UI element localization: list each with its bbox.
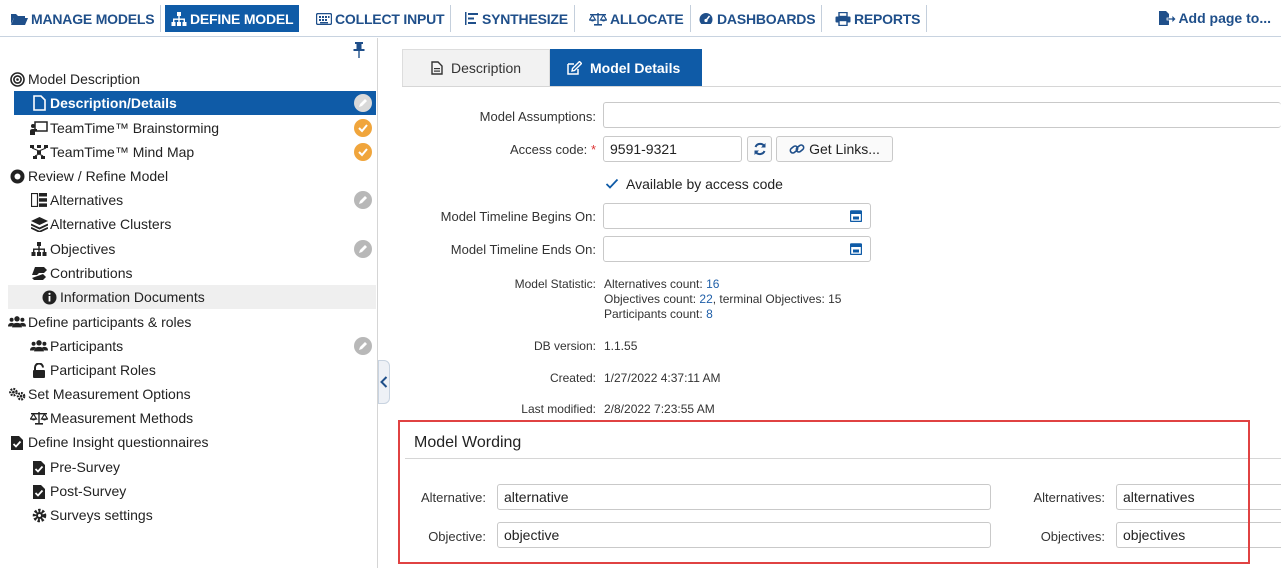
tab-bar: Description Model Details: [402, 49, 702, 86]
users-icon: [8, 313, 26, 331]
checklist-icon: [8, 433, 26, 451]
status-pending-icon: [354, 240, 372, 258]
gauge-icon: [699, 12, 713, 26]
nav-synthesize[interactable]: SYNTHESIZE: [459, 5, 575, 32]
sidebar-item-post-survey[interactable]: Post-Survey: [30, 479, 126, 503]
regenerate-code-button[interactable]: [747, 136, 772, 162]
access-code-label: Access code: *: [509, 142, 596, 157]
required-marker: *: [590, 142, 596, 157]
document-icon: [431, 61, 443, 75]
alternatives-icon: [30, 191, 48, 209]
balance-scale-icon: [589, 12, 607, 26]
status-done-icon: [354, 143, 372, 161]
users-icon: [30, 337, 48, 355]
top-navigation: MANAGE MODELS DEFINE MODEL COLLECT INPUT…: [0, 0, 1281, 37]
checklist-icon: [30, 482, 48, 500]
pin-icon[interactable]: [352, 42, 366, 58]
checkmark-icon: [605, 178, 619, 189]
circle-icon: [8, 167, 26, 185]
add-page-icon: [1159, 11, 1177, 25]
sidebar-item-participant-roles[interactable]: Participant Roles: [30, 358, 156, 382]
tab-divider: [402, 86, 1281, 87]
printer-icon: [835, 11, 851, 26]
keyboard-icon: [316, 12, 332, 25]
calendar-icon[interactable]: [850, 243, 862, 255]
sidebar-item-model-description[interactable]: Model Description: [8, 67, 368, 91]
balance-scale-icon: [30, 409, 48, 427]
sidebar-item-participants[interactable]: Participants: [30, 334, 123, 358]
db-version-value: 1.1.55: [604, 339, 638, 353]
status-pending-icon: [354, 191, 372, 209]
sidebar-collapse-button[interactable]: [378, 360, 390, 404]
nav-collect-input[interactable]: COLLECT INPUT: [310, 5, 452, 32]
nav-dashboards[interactable]: DASHBOARDS: [692, 5, 823, 32]
model-statistic-values: Alternatives count: 16 Objectives count:…: [604, 278, 841, 321]
sidebar-item-description-details[interactable]: Description/Details: [14, 91, 376, 115]
sidebar-item-objectives[interactable]: Objectives: [30, 237, 115, 261]
last-modified-value: 2/8/2022 7:23:55 AM: [604, 402, 715, 416]
chevron-left-icon: [380, 376, 388, 388]
contributions-icon: [30, 264, 48, 282]
status-done-icon: [354, 119, 372, 137]
sidebar-item-define-insight-questionnaires[interactable]: Define Insight questionnaires: [8, 430, 209, 454]
model-assumptions-label: Model Assumptions:: [479, 109, 596, 124]
file-icon: [30, 94, 48, 112]
tab-model-details[interactable]: Model Details: [550, 49, 702, 86]
status-pending-icon: [354, 337, 372, 355]
timeline-begins-input[interactable]: [603, 203, 871, 229]
sidebar-item-define-participants[interactable]: Define participants & roles: [8, 310, 191, 334]
access-code-input[interactable]: 9591-9321: [603, 136, 742, 162]
timeline-ends-input[interactable]: [603, 236, 871, 262]
nav-define-model[interactable]: DEFINE MODEL: [165, 5, 300, 32]
available-by-access-code-checkbox[interactable]: Available by access code: [605, 176, 783, 192]
sidebar-item-contributions[interactable]: Contributions: [30, 261, 133, 285]
bullseye-icon: [8, 70, 26, 88]
link-icon: [789, 144, 805, 154]
timeline-begins-label: Model Timeline Begins On:: [440, 209, 596, 224]
folder-open-icon: [11, 13, 28, 25]
last-modified-label: Last modified:: [521, 402, 596, 416]
sidebar-item-alternative-clusters[interactable]: Alternative Clusters: [30, 212, 171, 236]
alternatives-count: Alternatives count: 16: [604, 277, 720, 291]
nav-manage-models[interactable]: MANAGE MODELS: [4, 5, 162, 32]
model-assumptions-input[interactable]: [603, 102, 1281, 128]
sidebar-item-set-measurement-options[interactable]: Set Measurement Options: [8, 382, 191, 406]
model-statistic-label: Model Statistic:: [514, 277, 596, 291]
objectives-count: Objectives count: 22, terminal Objective…: [604, 292, 842, 306]
tab-description[interactable]: Description: [402, 49, 550, 86]
info-icon: [40, 288, 58, 306]
created-value: 1/27/2022 4:37:11 AM: [604, 371, 721, 385]
hierarchy-icon: [171, 11, 187, 26]
layers-icon: [30, 215, 48, 233]
nav-allocate[interactable]: ALLOCATE: [583, 5, 691, 32]
presentation-icon: [30, 119, 48, 137]
hierarchy-icon: [30, 240, 48, 258]
sidebar-item-pre-survey[interactable]: Pre-Survey: [30, 455, 120, 479]
add-page-link[interactable]: Add page to...: [1158, 10, 1271, 26]
nav-reports[interactable]: REPORTS: [829, 5, 928, 32]
edit-icon: [567, 61, 582, 75]
sidebar-item-measurement-methods[interactable]: Measurement Methods: [30, 406, 193, 430]
sidebar-item-surveys-settings[interactable]: Surveys settings: [30, 503, 153, 527]
calendar-icon[interactable]: [850, 210, 862, 222]
db-version-label: DB version:: [533, 339, 596, 353]
gears-icon: [8, 385, 26, 403]
lock-icon: [30, 361, 48, 379]
sidebar-item-information-documents[interactable]: Information Documents: [8, 285, 376, 309]
sidebar-item-review-refine-model[interactable]: Review / Refine Model: [8, 164, 168, 188]
get-links-button[interactable]: Get Links...: [776, 136, 893, 162]
gear-icon: [30, 506, 48, 524]
sidebar-item-mind-map[interactable]: TeamTime™ Mind Map: [30, 140, 194, 164]
sidebar-item-alternatives[interactable]: Alternatives: [30, 188, 123, 212]
bar-list-icon: [465, 12, 478, 25]
refresh-icon: [754, 142, 765, 156]
checklist-icon: [30, 458, 48, 476]
status-pending-icon: [354, 94, 372, 112]
timeline-ends-label: Model Timeline Ends On:: [450, 242, 596, 257]
model-wording-highlight: [398, 420, 1250, 564]
created-label: Created:: [549, 371, 596, 385]
sidebar-item-brainstorming[interactable]: TeamTime™ Brainstorming: [30, 116, 219, 140]
mindmap-icon: [30, 143, 48, 161]
participants-count: Participants count: 8: [604, 307, 713, 321]
